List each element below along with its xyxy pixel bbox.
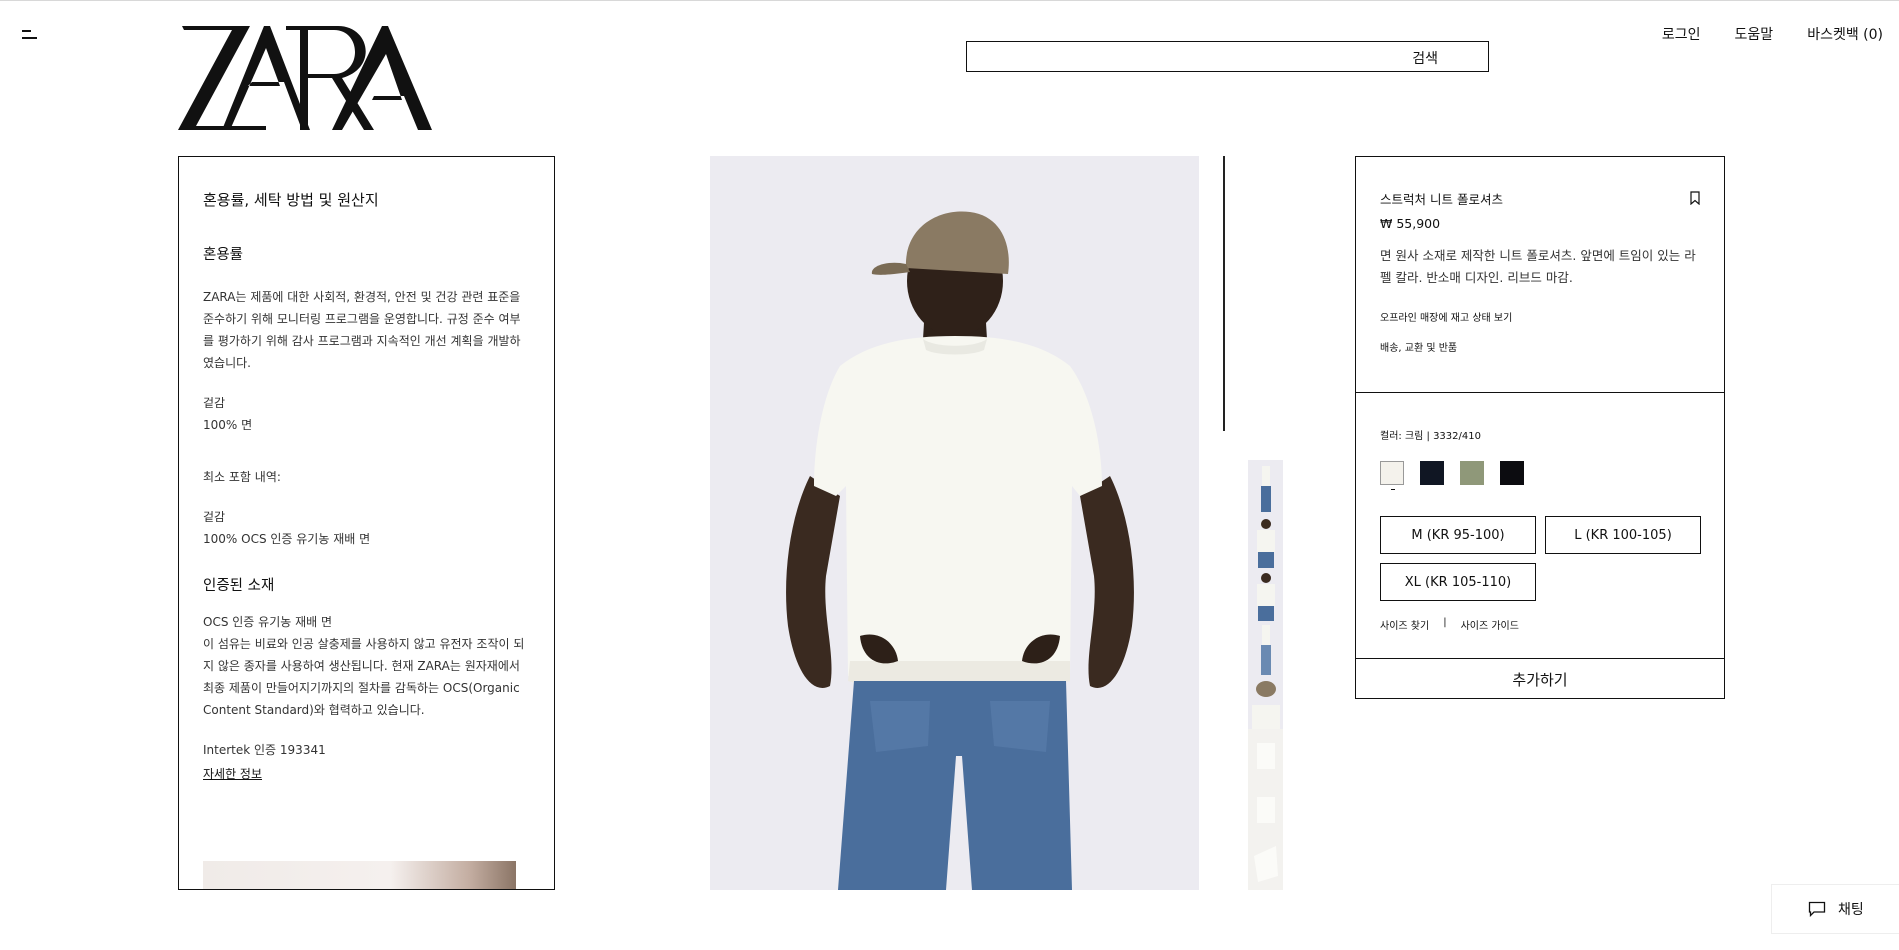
thumbnail-2[interactable] [1248, 513, 1283, 568]
menu-icon[interactable] [22, 28, 38, 40]
chat-button[interactable]: 채팅 [1771, 884, 1899, 934]
more-info-link[interactable]: 자세한 정보 [203, 765, 262, 782]
composition-panel-title: 혼용률, 세탁 방법 및 원산지 [203, 191, 379, 209]
thumbnail-7[interactable] [1248, 782, 1283, 837]
certified-heading: 인증된 소재 [203, 578, 275, 594]
composition-text: ZARA는 제품에 대한 사회적, 환경적, 안전 및 건강 관련 표준을 준수… [203, 290, 521, 370]
size-links: 사이즈 찾기 | 사이즈 가이드 [1380, 617, 1700, 632]
chat-icon [1808, 901, 1826, 917]
product-options: 컬러: 크림 | 3332/410 M (KR 95-100) L (KR 100… [1356, 393, 1724, 658]
thumbnail-8[interactable] [1248, 836, 1283, 890]
size-option[interactable]: M (KR 95-100) [1380, 516, 1536, 554]
color-label: 컬러: 크림 | 3332/410 [1380, 431, 1481, 442]
find-size-link[interactable]: 사이즈 찾기 [1380, 617, 1429, 632]
search-input[interactable] [967, 42, 1488, 71]
minimum-content-label: 최소 포함 내역: [203, 470, 281, 484]
certified-text: 이 섬유는 비료와 인공 살충제를 사용하지 않고 유전자 조작이 되지 않은 … [203, 637, 525, 717]
outer-label-2: 겉감 [203, 510, 226, 524]
help-link[interactable]: 도움말 [1735, 24, 1774, 44]
thumbnail-4[interactable] [1248, 621, 1283, 675]
scroll-indicator[interactable] [1223, 156, 1225, 431]
product-name: 스트럭처 니트 폴로셔츠 [1380, 192, 1503, 207]
thumbnail-3[interactable] [1248, 567, 1283, 622]
thumbnail-strip [1248, 460, 1283, 890]
size-options: M (KR 95-100) L (KR 100-105) XL (KR 105-11… [1380, 516, 1702, 601]
bookmark-icon[interactable] [1690, 191, 1700, 205]
color-swatch[interactable] [1420, 461, 1444, 485]
composition-heading: 혼용률 [203, 247, 244, 263]
certification-text: Intertek 인증 193341 [203, 743, 326, 757]
login-link[interactable]: 로그인 [1662, 24, 1701, 44]
certified-name: OCS 인증 유기농 재배 면 [203, 615, 333, 629]
shipping-returns-link[interactable]: 배송, 교환 및 반품 [1380, 339, 1700, 354]
size-option[interactable]: XL (KR 105-110) [1380, 563, 1536, 601]
composition-panel[interactable]: 혼용률, 세탁 방법 및 원산지 혼용률 ZARA는 제품에 대한 사회적, 환… [178, 156, 555, 890]
color-swatch[interactable] [1500, 461, 1524, 485]
size-option[interactable]: L (KR 100-105) [1545, 516, 1701, 554]
thumbnail-1[interactable] [1248, 460, 1283, 514]
product-main-image[interactable] [710, 156, 1199, 890]
material-image [203, 861, 516, 889]
cart-link[interactable]: 바스켓백 (0) [1807, 24, 1883, 44]
top-nav: 로그인 도움말 바스켓백 (0) [1662, 24, 1883, 44]
color-swatches [1380, 461, 1700, 490]
add-to-cart-button[interactable]: 추가하기 [1356, 658, 1724, 699]
product-info: 스트럭처 니트 폴로셔츠 ₩ 55,900 면 원사 소재로 제작한 니트 폴로… [1356, 157, 1724, 393]
product-description: 면 원사 소재로 제작한 니트 폴로셔츠. 앞면에 트임이 있는 라펠 칼라. … [1380, 248, 1696, 285]
thumbnail-6[interactable] [1248, 728, 1283, 783]
size-guide-link[interactable]: 사이즈 가이드 [1461, 617, 1519, 632]
color-swatch[interactable] [1460, 461, 1484, 485]
product-price: ₩ 55,900 [1380, 216, 1441, 231]
store-stock-link[interactable]: 오프라인 매장에 재고 상태 보기 [1380, 309, 1700, 324]
zara-logo[interactable] [178, 22, 436, 132]
color-swatch[interactable] [1380, 461, 1404, 490]
outer-value: 100% 면 [203, 418, 253, 432]
product-panel: 스트럭처 니트 폴로셔츠 ₩ 55,900 면 원사 소재로 제작한 니트 폴로… [1355, 156, 1725, 699]
outer-label: 겉감 [203, 396, 226, 410]
thumbnail-5[interactable] [1248, 675, 1283, 729]
top-border [0, 0, 1899, 1]
chat-label: 채팅 [1838, 902, 1864, 918]
search-box[interactable]: 검색 [966, 41, 1489, 72]
size-links-separator: | [1443, 617, 1447, 628]
outer-value-2: 100% OCS 인증 유기농 재배 면 [203, 532, 371, 546]
